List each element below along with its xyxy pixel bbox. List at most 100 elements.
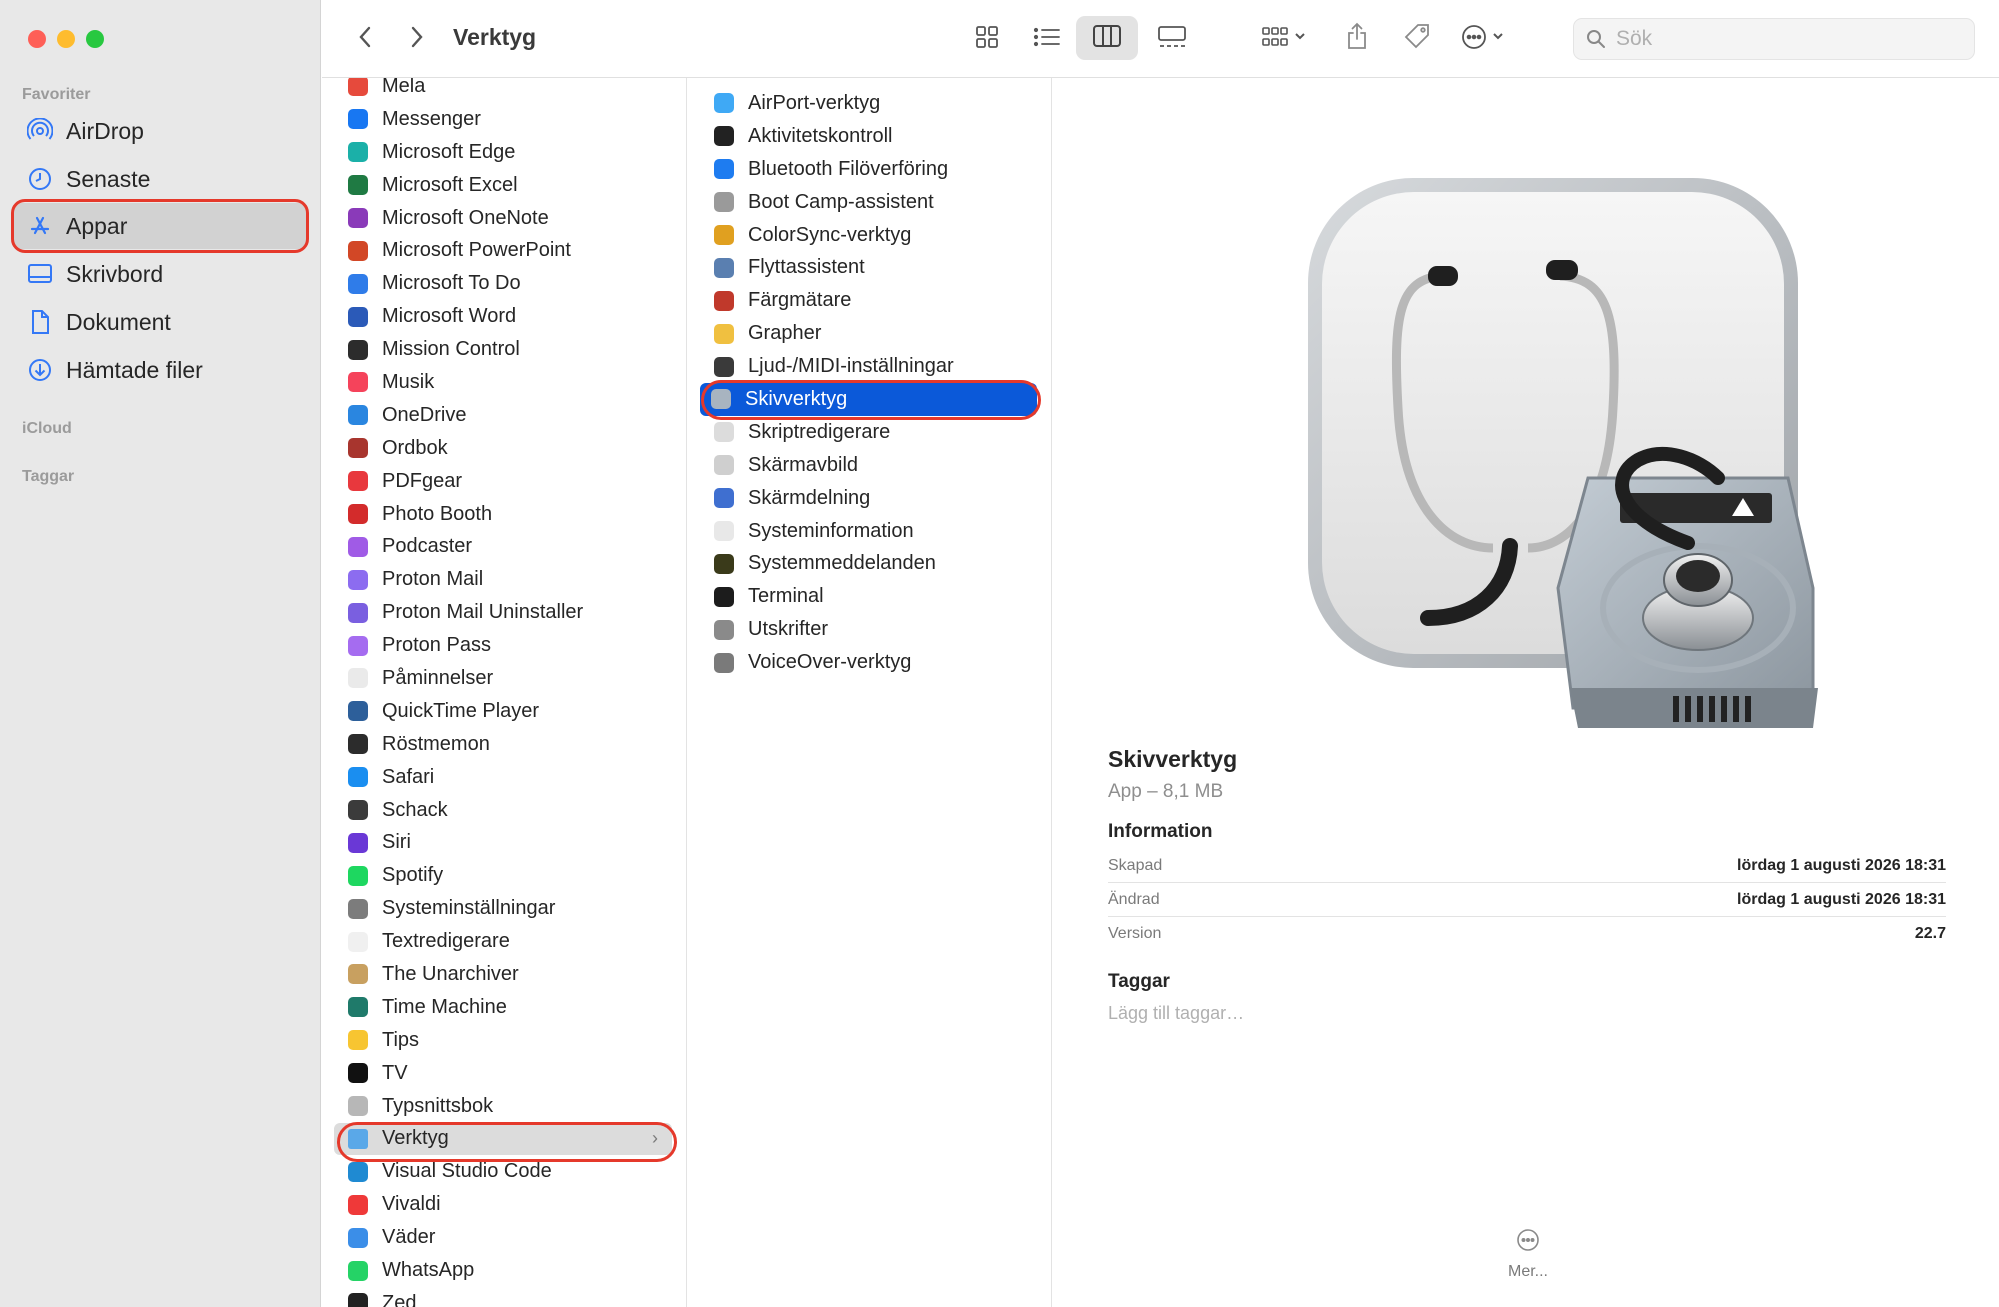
search-input[interactable] [1616,27,1956,51]
application-row[interactable]: Påminnelser [322,662,686,695]
sidebar-item-documents[interactable]: Dokument [12,299,308,345]
app-name: Schack [382,798,448,821]
app-name: Grapher [748,322,822,345]
utility-row[interactable]: Bluetooth Filöverföring [688,153,1051,186]
app-icon [714,225,734,245]
app-name: Microsoft To Do [382,272,521,295]
app-name: Siri [382,831,411,854]
icon-view-button[interactable] [962,18,1012,60]
app-icon [348,701,368,722]
application-row[interactable]: Mela [322,78,686,103]
application-row[interactable]: PDFgear [322,465,686,498]
app-name: Påminnelser [382,666,494,689]
application-row[interactable]: Proton Pass [322,629,686,662]
close-window-button[interactable] [28,30,46,48]
application-row[interactable]: Väder [322,1221,686,1254]
application-row[interactable]: WhatsApp [322,1254,686,1287]
application-row[interactable]: Röstmemon [322,728,686,761]
app-name: Utskrifter [748,618,828,641]
list-view-button[interactable] [1022,18,1072,60]
application-row[interactable]: Musik [322,366,686,399]
app-name: Systeminställningar [382,897,556,920]
gallery-view-button[interactable] [1142,18,1202,60]
application-row[interactable]: OneDrive [322,399,686,432]
utility-row[interactable]: ColorSync-verktyg [688,219,1051,252]
utility-row[interactable]: Skärmdelning [688,482,1051,515]
app-name: VoiceOver-verktyg [748,651,912,674]
application-row[interactable]: Tips [322,1024,686,1057]
application-row[interactable]: Textredigerare [322,925,686,958]
application-row[interactable]: Ordbok [322,432,686,465]
sidebar-item-downloads[interactable]: Hämtade filer [12,347,308,393]
application-row[interactable]: Microsoft PowerPoint [322,234,686,267]
app-name: Ljud-/MIDI-inställningar [748,355,954,378]
application-row[interactable]: Schack [322,794,686,827]
application-row[interactable]: Photo Booth [322,498,686,531]
app-name: Podcaster [382,535,473,558]
application-row[interactable]: Siri [322,826,686,859]
utility-row[interactable]: Boot Camp-assistent [688,186,1051,219]
app-name: Ordbok [382,436,448,459]
app-name: Tips [382,1028,420,1051]
more-label: Mer... [1507,1263,1548,1280]
application-row[interactable]: Microsoft Edge [322,136,686,169]
zoom-window-button[interactable] [86,30,104,48]
application-row[interactable]: Messenger [322,103,686,136]
application-row[interactable]: Time Machine [322,991,686,1024]
minimize-window-button[interactable] [57,30,75,48]
utility-row[interactable]: VoiceOver-verktyg [688,646,1051,679]
utility-row[interactable]: Flyttassistent [688,251,1051,284]
more-button[interactable]: Mer... [1493,1228,1563,1281]
application-row[interactable]: Microsoft OneNote [322,202,686,235]
share-button[interactable] [1336,16,1378,60]
utility-row[interactable]: Systemmeddelanden [688,547,1051,580]
utility-row[interactable]: AirPort-verktyg [688,87,1051,120]
application-row[interactable]: Proton Mail [322,563,686,596]
utility-row[interactable]: Grapher [688,317,1051,350]
group-button[interactable] [1252,18,1316,60]
window-title: Verktyg [453,24,537,50]
utility-row[interactable]: Aktivitetskontroll [688,120,1051,153]
utility-row[interactable]: Färgmätare [688,284,1051,317]
application-row[interactable]: Microsoft Word [322,300,686,333]
application-row[interactable]: Safari [322,761,686,794]
tag-button[interactable] [1396,16,1438,60]
utility-row[interactable]: Skärmavbild [688,449,1051,482]
search-field[interactable] [1573,18,1975,60]
application-row[interactable]: TV [322,1057,686,1090]
application-row[interactable]: Mission Control [322,333,686,366]
application-row[interactable]: Microsoft Excel [322,169,686,202]
add-tags-field[interactable]: Lägg till taggar… [1108,1003,1946,1024]
sidebar-item-desktop[interactable]: Skrivbord [12,251,308,297]
column-view-button[interactable] [1076,16,1138,60]
app-icon [714,192,734,213]
sidebar-item-airdrop[interactable]: AirDrop [12,108,308,154]
application-row[interactable]: Podcaster [322,530,686,563]
application-row[interactable]: Microsoft To Do [322,267,686,300]
application-row[interactable]: Systeminställningar [322,892,686,925]
application-row[interactable]: Vivaldi [322,1188,686,1221]
application-row[interactable]: QuickTime Player [322,695,686,728]
app-name: Proton Mail [382,568,484,591]
application-row[interactable]: Typsnittsbok [322,1090,686,1123]
utility-row[interactable]: Systeminformation [688,515,1051,548]
sidebar-item-recents[interactable]: Senaste [12,156,308,202]
more-actions-button[interactable] [1452,18,1516,60]
back-button[interactable] [348,20,382,58]
application-row[interactable]: The Unarchiver [322,958,686,991]
utility-row[interactable]: Terminal [688,580,1051,613]
info-row-modified: Ändrad lördag 1 augusti 2026 18:31 [1108,883,1946,917]
utility-row[interactable]: Skriptredigerare [688,416,1051,449]
highlight-annotation [11,199,309,253]
forward-button[interactable] [400,20,434,58]
info-key: Skapad [1108,856,1163,874]
app-icon [714,323,734,344]
application-row[interactable]: Proton Mail Uninstaller [322,596,686,629]
application-row[interactable]: Spotify [322,859,686,892]
app-name: Musik [382,370,435,393]
app-icon [348,635,368,656]
utility-row[interactable]: Ljud-/MIDI-inställningar [688,350,1051,383]
app-name: Visual Studio Code [382,1160,552,1183]
application-row[interactable]: Zed [322,1287,686,1307]
utility-row[interactable]: Utskrifter [688,613,1051,646]
